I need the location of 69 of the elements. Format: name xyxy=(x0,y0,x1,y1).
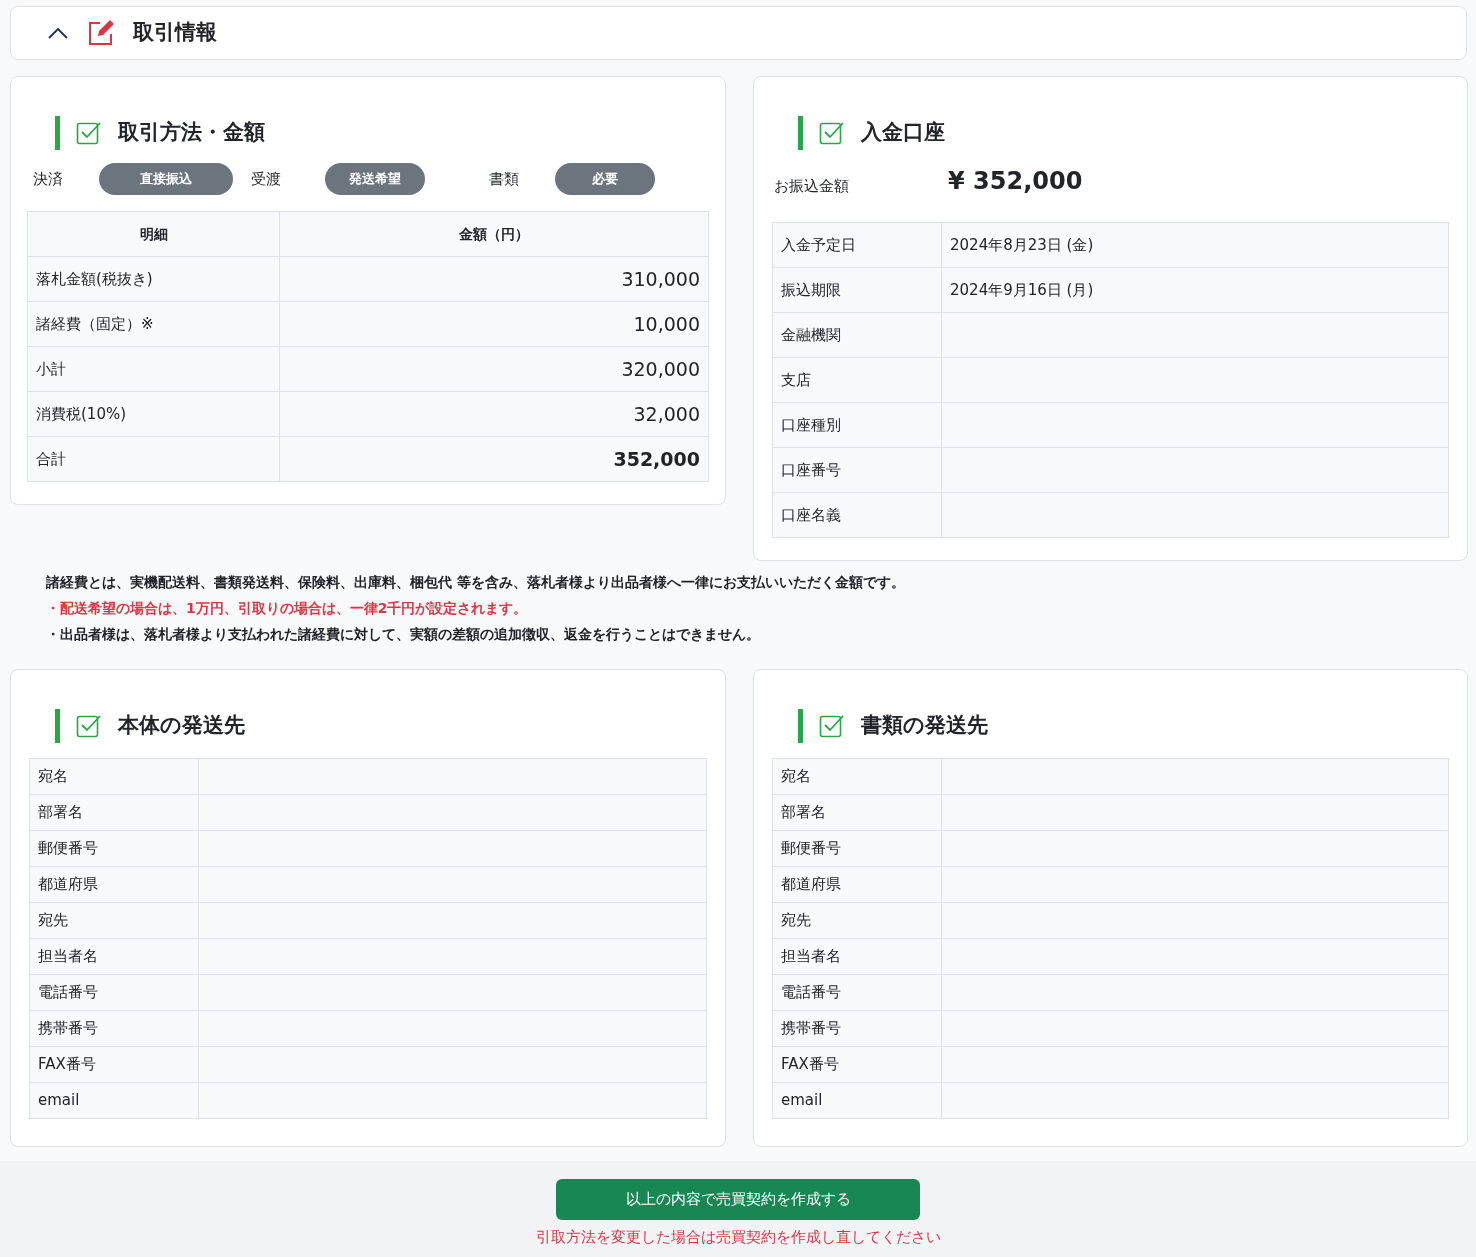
note-text: ・配送希望の場合は、1万円、引取りの場合は、一律2千円が設定されます。 xyxy=(46,599,529,618)
table-cell: email xyxy=(772,1082,942,1119)
accent-bar xyxy=(55,709,60,743)
section-title: 取引方法・金額 xyxy=(118,119,265,147)
accent-bar xyxy=(798,116,803,150)
field-label: 決済 xyxy=(32,168,64,190)
accent-bar xyxy=(55,116,60,150)
table-cell: 郵便番号 xyxy=(772,830,942,867)
checkbox-icon xyxy=(76,120,102,146)
table-cell: 都道府県 xyxy=(29,866,199,903)
status-pill: 必要 xyxy=(555,163,655,195)
section-title: 取引情報 xyxy=(133,19,217,47)
table-cell: 宛先 xyxy=(772,902,942,939)
table-cell: 口座種別 xyxy=(772,402,942,448)
table-cell: 310,000 xyxy=(279,256,709,302)
table-cell: 352,000 xyxy=(279,436,709,482)
table-cell: 都道府県 xyxy=(772,866,942,903)
table-cell: 部署名 xyxy=(772,794,942,831)
table-cell: 320,000 xyxy=(279,346,709,392)
table-cell: 32,000 xyxy=(279,391,709,437)
table-cell: 口座名義 xyxy=(772,492,942,538)
status-pill: 直接振込 xyxy=(99,163,233,195)
checkbox-icon xyxy=(76,713,102,739)
table-cell: 携帯番号 xyxy=(29,1010,199,1047)
checkbox-icon xyxy=(819,713,845,739)
edit-icon xyxy=(87,19,115,47)
note-text: ・出品者様は、落札者様より支払われた諸経費に対して、実額の差額の追加徴収、返金を行うことはできません。 xyxy=(46,625,761,644)
table-cell: 支店 xyxy=(772,357,942,403)
warning-text: 引取方法を変更した場合は売買契約を作成し直してください xyxy=(535,1227,941,1248)
table-cell: 2024年8月23日 (金) xyxy=(941,222,1449,268)
table-cell: 諸経費（固定）※ xyxy=(27,301,280,347)
table-cell: 宛名 xyxy=(772,758,942,795)
field-label: 受渡 xyxy=(250,168,282,190)
accent-bar xyxy=(798,709,803,743)
table-cell: 電話番号 xyxy=(772,974,942,1011)
table-cell: 部署名 xyxy=(29,794,199,831)
table-cell: FAX番号 xyxy=(29,1046,199,1083)
table-cell: 金融機関 xyxy=(772,312,942,358)
checkbox-icon xyxy=(819,120,845,146)
table-cell: 2024年9月16日 (月) xyxy=(941,267,1449,313)
table-cell: 宛先 xyxy=(29,902,199,939)
field-label: 書類 xyxy=(488,168,520,190)
section-title: 本体の発送先 xyxy=(118,712,245,740)
table-cell: 宛名 xyxy=(29,758,199,795)
table-cell: 10,000 xyxy=(279,301,709,347)
table-cell: email xyxy=(29,1082,199,1119)
table-cell: 郵便番号 xyxy=(29,830,199,867)
table-cell: 担当者名 xyxy=(772,938,942,975)
create-contract-button[interactable]: 以上の内容で売買契約を作成する xyxy=(556,1179,920,1220)
table-cell: 入金予定日 xyxy=(772,222,942,268)
table-cell: 携帯番号 xyxy=(772,1010,942,1047)
column-header: 明細 xyxy=(27,211,280,257)
note-text: 諸経費とは、実機配送料、書類発送料、保険料、出庫料、梱包代 等を含み、落札者様より出品者様へ一律にお支払いいただく金額です。 xyxy=(46,573,906,592)
table-cell: 振込期限 xyxy=(772,267,942,313)
section-title: 入金口座 xyxy=(861,119,945,147)
table-cell: 落札金額(税抜き) xyxy=(27,256,280,302)
column-header: 金額（円） xyxy=(279,211,709,257)
status-pill: 発送希望 xyxy=(325,163,425,195)
table-cell: 担当者名 xyxy=(29,938,199,975)
table-cell: 電話番号 xyxy=(29,974,199,1011)
table-cell: 小計 xyxy=(27,346,280,392)
chevron-up-icon[interactable] xyxy=(47,26,69,41)
field-label: お振込金額 xyxy=(774,175,850,197)
table-cell: FAX番号 xyxy=(772,1046,942,1083)
table-cell: 消費税(10%) xyxy=(27,391,280,437)
section-title: 書類の発送先 xyxy=(861,712,988,740)
amount-value: ¥ 352,000 xyxy=(948,166,1083,197)
table-cell: 口座番号 xyxy=(772,447,942,493)
table-cell: 合計 xyxy=(27,436,280,482)
